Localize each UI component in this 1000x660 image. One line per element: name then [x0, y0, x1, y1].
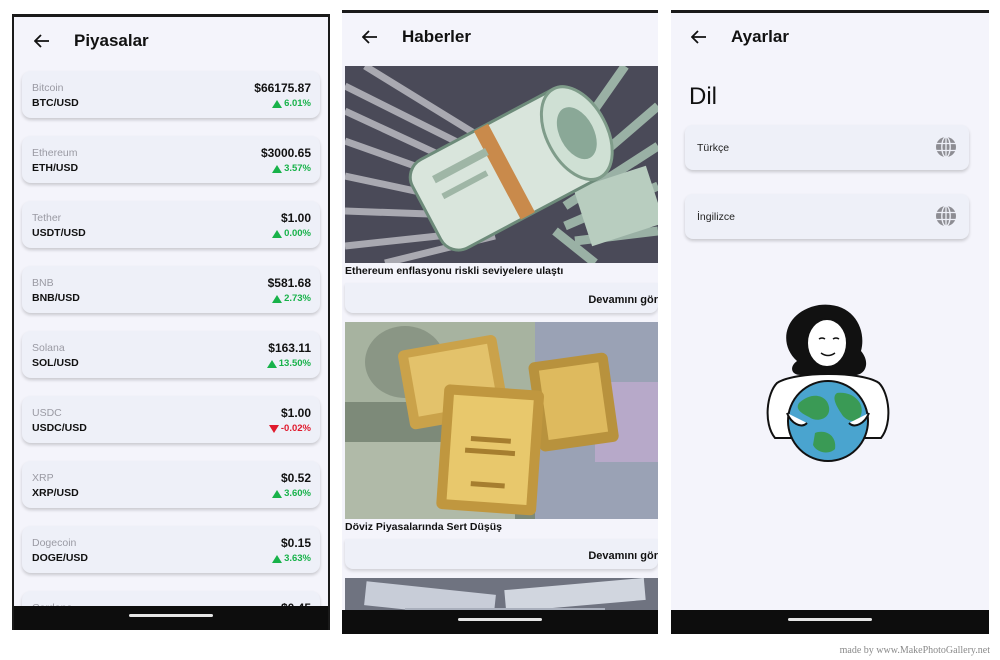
language-label: İngilizce	[697, 211, 735, 223]
change-value: 2.73%	[284, 293, 311, 304]
news-card-footer: Devamını gör	[345, 539, 658, 569]
system-nav-bar	[14, 606, 328, 630]
coin-name: XRP	[32, 472, 54, 484]
system-nav-bar	[342, 610, 658, 634]
up-triangle-icon	[266, 359, 277, 368]
back-arrow-icon[interactable]	[22, 21, 62, 61]
system-nav-bar	[671, 610, 989, 634]
coin-pair: BNB/USD	[32, 292, 80, 304]
read-more-link[interactable]: Devamını gör	[588, 294, 658, 306]
language-option-turkish[interactable]: Türkçe	[685, 125, 969, 170]
page-title: Haberler	[402, 27, 471, 46]
gold-bars-image	[345, 322, 658, 519]
coin-name: Solana	[32, 342, 65, 354]
up-triangle-icon	[272, 554, 283, 563]
collage: Piyasalar Bitcoin BTC/USD $66175.87 6.01…	[0, 0, 1000, 660]
coin-pair: SOL/USD	[32, 357, 79, 369]
coin-pair: BTC/USD	[32, 97, 79, 109]
home-indicator[interactable]	[788, 618, 872, 621]
coin-name: BNB	[32, 277, 54, 289]
coin-pair: XRP/USD	[32, 487, 79, 499]
news-card[interactable]: Döviz Piyasalarında Sert Düşüş Devamını …	[345, 322, 658, 569]
coin-card-tether[interactable]: Tether USDT/USD $1.00 0.00%	[22, 201, 320, 248]
coin-change: 3.60%	[272, 488, 311, 499]
up-triangle-icon	[272, 229, 283, 238]
language-option-english[interactable]: İngilizce	[685, 194, 969, 239]
up-triangle-icon	[272, 294, 283, 303]
coin-card-bitcoin[interactable]: Bitcoin BTC/USD $66175.87 6.01%	[22, 71, 320, 118]
news-card[interactable]: Ethereum enflasyonu riskli seviyelere ul…	[345, 66, 658, 313]
coin-change: 6.01%	[272, 98, 311, 109]
news-list: Ethereum enflasyonu riskli seviyelere ul…	[345, 66, 658, 624]
coin-pair: USDT/USD	[32, 227, 86, 239]
news-card-footer: Devamını gör	[345, 283, 658, 313]
coin-name: Bitcoin	[32, 82, 64, 94]
coin-change: 0.00%	[272, 228, 311, 239]
credit-text: made by www.MakePhotoGallery.net	[839, 645, 990, 656]
coin-pair: DOGE/USD	[32, 552, 89, 564]
coin-price: $0.15	[280, 536, 311, 550]
coin-change: 2.73%	[272, 293, 311, 304]
change-value: 13.50%	[278, 358, 311, 369]
person-hugging-earth-illustration	[766, 304, 890, 462]
coin-card-bnb[interactable]: BNB BNB/USD $581.68 2.73%	[22, 266, 320, 313]
coin-price: $1.00	[280, 406, 311, 420]
page-title: Piyasalar	[74, 31, 149, 50]
change-value: 0.00%	[284, 228, 311, 239]
coin-price: $163.11	[268, 341, 311, 355]
change-value: 3.57%	[284, 163, 311, 174]
coin-price: $1.00	[280, 211, 311, 225]
coin-change: 3.63%	[272, 553, 311, 564]
language-section-title: Dil	[689, 83, 717, 110]
globe-icon	[936, 205, 956, 227]
coin-card-xrp[interactable]: XRP XRP/USD $0.52 3.60%	[22, 461, 320, 508]
up-triangle-icon	[272, 99, 283, 108]
coin-price: $0.52	[280, 471, 311, 485]
page-title: Ayarlar	[731, 27, 789, 46]
up-triangle-icon	[272, 489, 283, 498]
coin-card-usdc[interactable]: USDC USDC/USD $1.00 -0.02%	[22, 396, 320, 443]
change-value: 3.60%	[284, 488, 311, 499]
coin-card-solana[interactable]: Solana SOL/USD $163.11 13.50%	[22, 331, 320, 378]
change-value: 3.63%	[284, 553, 311, 564]
coin-name: Tether	[32, 212, 62, 224]
coin-price: $581.68	[267, 276, 311, 290]
coin-pair: ETH/USD	[32, 162, 79, 174]
coin-price: $3000.65	[260, 146, 311, 160]
back-arrow-icon[interactable]	[679, 17, 719, 57]
markets-screen: Piyasalar Bitcoin BTC/USD $66175.87 6.01…	[12, 14, 330, 630]
change-value: -0.02%	[280, 423, 311, 434]
coin-change: -0.02%	[268, 423, 311, 434]
news-screen: Haberler Ethereum enflasyonu riskli sevi…	[342, 10, 658, 634]
coin-change: 13.50%	[266, 358, 311, 369]
dollar-roll-image	[345, 66, 658, 263]
coin-change: 3.57%	[272, 163, 311, 174]
change-value: 6.01%	[284, 98, 311, 109]
home-indicator[interactable]	[129, 614, 213, 617]
news-headline: Döviz Piyasalarında Sert Düşüş	[345, 521, 502, 533]
language-label: Türkçe	[697, 142, 730, 154]
app-bar: Piyasalar	[14, 17, 328, 65]
coin-card-dogecoin[interactable]: Dogecoin DOGE/USD $0.15 3.63%	[22, 526, 320, 573]
up-triangle-icon	[272, 164, 283, 173]
app-bar: Haberler	[342, 13, 658, 61]
app-bar: Ayarlar	[671, 13, 989, 61]
coin-name: USDC	[32, 407, 62, 419]
news-headline: Ethereum enflasyonu riskli seviyelere ul…	[345, 265, 564, 277]
coin-list: Bitcoin BTC/USD $66175.87 6.01% Ethereum…	[22, 71, 320, 630]
home-indicator[interactable]	[458, 618, 542, 621]
globe-icon	[936, 136, 956, 158]
down-triangle-icon	[268, 424, 279, 433]
coin-name: Ethereum	[32, 147, 78, 159]
read-more-link[interactable]: Devamını gör	[588, 550, 658, 562]
coin-price: $66175.87	[254, 81, 311, 95]
coin-name: Dogecoin	[32, 537, 77, 549]
settings-screen: Ayarlar Dil Türkçe İngilizce	[671, 10, 989, 634]
coin-pair: USDC/USD	[32, 422, 87, 434]
back-arrow-icon[interactable]	[350, 17, 390, 57]
coin-card-ethereum[interactable]: Ethereum ETH/USD $3000.65 3.57%	[22, 136, 320, 183]
